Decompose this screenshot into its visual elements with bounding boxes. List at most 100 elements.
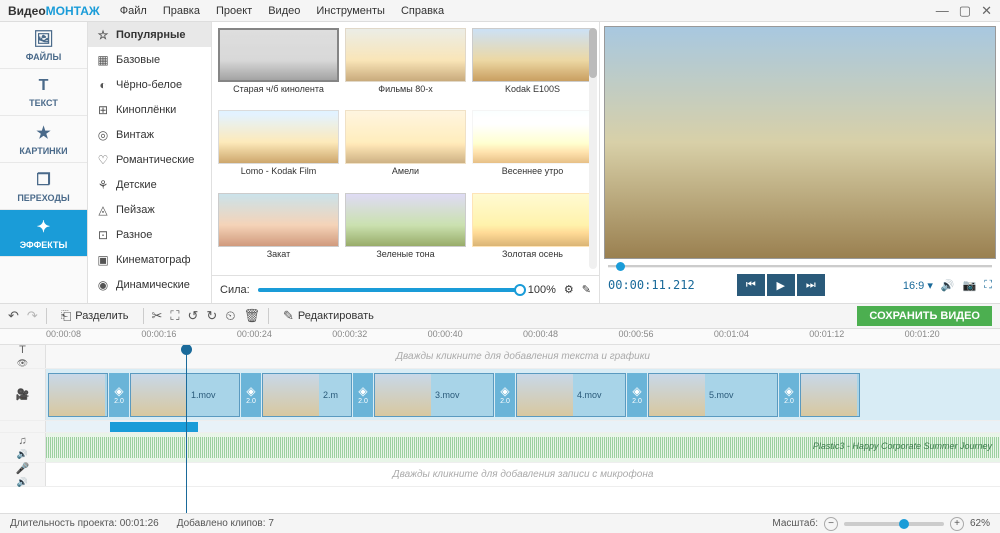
cat-my[interactable]: ☺Мои эффекты: [88, 297, 211, 303]
preview-video[interactable]: [604, 26, 996, 259]
strength-label: Сила:: [220, 284, 250, 296]
effect-card[interactable]: Золотая осень: [472, 193, 593, 269]
volume-icon[interactable]: 🔊: [941, 279, 955, 292]
transition[interactable]: ◈2.0: [241, 373, 261, 417]
transition[interactable]: ◈2.0: [495, 373, 515, 417]
effect-card[interactable]: Зеленые тона: [345, 193, 466, 269]
maximize-icon[interactable]: ▢: [959, 3, 971, 19]
speaker-icon[interactable]: 🔊: [17, 449, 28, 460]
timeline-clip[interactable]: [800, 373, 860, 417]
transition[interactable]: ◈2.0: [627, 373, 647, 417]
cat-vintage[interactable]: ◎Винтаж: [88, 122, 211, 147]
eye-icon[interactable]: 👁: [17, 358, 28, 369]
speaker-icon[interactable]: 🔊: [17, 477, 28, 488]
cut-icon[interactable]: ✂: [152, 308, 163, 324]
timecode: 00:00:11.212: [608, 278, 695, 292]
main-menu: Файл Правка Проект Видео Инструменты Спр…: [120, 5, 444, 17]
video-track-body[interactable]: ◈2.0 1.mov ◈2.0 2.m ◈2.0 3.mov ◈2.0 4.mo…: [46, 369, 1000, 420]
redo-icon[interactable]: ↷: [27, 308, 38, 324]
aspect-ratio[interactable]: 16:9 ▾: [903, 279, 933, 292]
tab-files[interactable]: 🖼ФАЙЛЫ: [0, 22, 87, 69]
effect-card[interactable]: Фильмы 80-х: [345, 28, 466, 104]
fullscreen-icon[interactable]: ⛶: [984, 279, 992, 292]
wand-icon[interactable]: ✎: [582, 283, 591, 296]
effect-card[interactable]: Закат: [218, 193, 339, 269]
text-icon: T: [39, 77, 49, 95]
rotate-right-icon[interactable]: ↻: [206, 308, 217, 324]
tab-text[interactable]: TТЕКСТ: [0, 69, 87, 116]
effect-card[interactable]: Весеннее утро: [472, 110, 593, 186]
rotate-left-icon[interactable]: ↺: [188, 308, 199, 324]
scrollbar[interactable]: [589, 28, 597, 269]
zoom-in-button[interactable]: +: [950, 517, 964, 531]
zoom-slider[interactable]: [844, 522, 944, 526]
timeline-clip[interactable]: 4.mov: [516, 373, 626, 417]
mic-track-body[interactable]: Дважды кликните для добавления записи с …: [46, 463, 1000, 486]
transition[interactable]: ◈2.0: [109, 373, 129, 417]
speed-icon[interactable]: ⏲: [225, 308, 235, 324]
timeline-clip[interactable]: 3.mov: [374, 373, 494, 417]
crop-icon[interactable]: ⛶: [170, 308, 179, 324]
tab-effects[interactable]: ✦ЭФФЕКТЫ: [0, 210, 87, 257]
prev-button[interactable]: ⏮: [737, 274, 765, 296]
transition[interactable]: ◈2.0: [779, 373, 799, 417]
strength-slider[interactable]: [258, 288, 520, 292]
menu-project[interactable]: Проект: [216, 5, 252, 17]
playhead[interactable]: [186, 345, 187, 513]
settings-icon[interactable]: ⚙: [564, 283, 574, 296]
cat-film[interactable]: ⊞Киноплёнки: [88, 97, 211, 122]
cat-dynamic[interactable]: ◉Динамические: [88, 272, 211, 297]
effect-card[interactable]: Амели: [345, 110, 466, 186]
titlebar: ВидеоМОНТАЖ Файл Правка Проект Видео Инс…: [0, 0, 1000, 22]
effects-panel: Старая ч/б кинолента Фильмы 80-х Kodak E…: [212, 22, 600, 303]
cat-basic[interactable]: ▦Базовые: [88, 47, 211, 72]
cat-landscape[interactable]: ◬Пейзаж: [88, 197, 211, 222]
effects-grid: Старая ч/б кинолента Фильмы 80-х Kodak E…: [212, 22, 599, 275]
effect-card[interactable]: Kodak E100S: [472, 28, 593, 104]
next-button[interactable]: ⏭: [797, 274, 825, 296]
seek-bar[interactable]: [604, 261, 996, 271]
menu-video[interactable]: Видео: [268, 5, 300, 17]
cat-cinema[interactable]: ▣Кинематограф: [88, 247, 211, 272]
audio-track-body[interactable]: Plastic3 - Happy Corporate Summer Journe…: [46, 433, 1000, 462]
close-icon[interactable]: ✕: [981, 3, 992, 19]
zoom-out-button[interactable]: −: [824, 517, 838, 531]
star-outline-icon: ☆: [96, 28, 110, 42]
cat-bw[interactable]: ◐Чёрно-белое: [88, 72, 211, 97]
split-button[interactable]: ⎗Разделить: [55, 306, 135, 326]
tab-pictures[interactable]: ★КАРТИНКИ: [0, 116, 87, 163]
timeline-ruler[interactable]: 00:00:0800:00:1600:00:2400:00:3200:00:40…: [0, 329, 1000, 345]
play-button[interactable]: ▶: [767, 274, 795, 296]
cat-kids[interactable]: ⚘Детские: [88, 172, 211, 197]
edit-button[interactable]: ✎Редактировать: [277, 306, 380, 326]
cat-romantic[interactable]: ♡Романтические: [88, 147, 211, 172]
camera-icon: 🎥: [16, 388, 30, 401]
transition[interactable]: ◈2.0: [353, 373, 373, 417]
left-tabs: 🖼ФАЙЛЫ TТЕКСТ ★КАРТИНКИ ❐ПЕРЕХОДЫ ✦ЭФФЕК…: [0, 22, 88, 303]
cat-popular[interactable]: ☆Популярные: [88, 22, 211, 47]
fx-track-body[interactable]: [46, 421, 1000, 432]
strength-value: 100%: [528, 284, 556, 296]
fx-segment[interactable]: [110, 422, 198, 432]
effect-card[interactable]: Lomo - Kodak Film: [218, 110, 339, 186]
timeline-clip[interactable]: [48, 373, 108, 417]
undo-icon[interactable]: ↶: [8, 308, 19, 324]
timeline-clip[interactable]: 2.m: [262, 373, 352, 417]
timeline-clip[interactable]: 1.mov: [130, 373, 240, 417]
star-icon: ★: [36, 123, 50, 143]
cat-misc[interactable]: ⊡Разное: [88, 222, 211, 247]
zoom-label: Масштаб:: [772, 518, 818, 529]
menu-tools[interactable]: Инструменты: [316, 5, 385, 17]
minimize-icon[interactable]: —: [936, 3, 949, 19]
menu-help[interactable]: Справка: [401, 5, 444, 17]
mic-icon: 🎤: [16, 462, 30, 475]
menu-file[interactable]: Файл: [120, 5, 147, 17]
menu-edit[interactable]: Правка: [163, 5, 200, 17]
snapshot-icon[interactable]: 📷: [963, 279, 977, 292]
save-video-button[interactable]: СОХРАНИТЬ ВИДЕО: [857, 306, 992, 326]
effect-card[interactable]: Старая ч/б кинолента: [218, 28, 339, 104]
text-track-icon: T: [19, 345, 26, 356]
delete-icon[interactable]: 🗑: [243, 308, 260, 324]
tab-transitions[interactable]: ❐ПЕРЕХОДЫ: [0, 163, 87, 210]
timeline-clip[interactable]: 5.mov: [648, 373, 778, 417]
